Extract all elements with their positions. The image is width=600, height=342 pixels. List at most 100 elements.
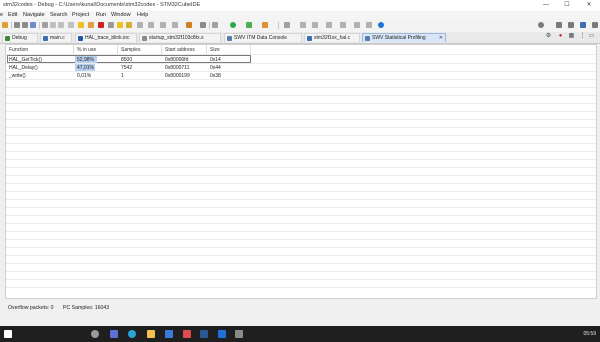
row-divider bbox=[6, 271, 596, 272]
tab-startup[interactable]: startup_stm32f103c8tx.s bbox=[139, 33, 221, 42]
minimize-button[interactable]: — bbox=[537, 0, 555, 11]
mail-icon[interactable] bbox=[165, 330, 173, 338]
record-icon[interactable]: ● bbox=[557, 33, 564, 40]
settings-icon[interactable] bbox=[200, 22, 206, 28]
row-divider bbox=[6, 215, 596, 216]
open-perspective-icon[interactable] bbox=[366, 22, 372, 28]
maximize-button[interactable]: ☐ bbox=[558, 0, 576, 11]
resume-icon[interactable] bbox=[78, 22, 84, 28]
pin-icon[interactable] bbox=[354, 22, 360, 28]
restart-icon[interactable] bbox=[137, 22, 143, 28]
step-into-icon[interactable] bbox=[117, 22, 123, 28]
run-config-icon[interactable] bbox=[246, 22, 252, 28]
tab-ioc[interactable]: HAL_trace_blink.ioc bbox=[75, 33, 137, 42]
save-icon[interactable] bbox=[14, 22, 20, 28]
column-header-function[interactable]: Function bbox=[9, 47, 28, 53]
new-icon[interactable] bbox=[2, 22, 8, 28]
debug-perspective-icon[interactable] bbox=[580, 22, 586, 28]
clean-icon[interactable] bbox=[172, 22, 178, 28]
word-icon[interactable] bbox=[200, 330, 208, 338]
function-cell: HAL_GetTick() bbox=[9, 57, 42, 63]
toolbar-separator bbox=[11, 22, 12, 29]
column-header-start-address[interactable]: Start address bbox=[165, 47, 195, 53]
terminate-icon[interactable] bbox=[98, 22, 104, 28]
percent-cell: 47,01% bbox=[77, 65, 94, 71]
row-divider bbox=[6, 175, 596, 176]
cpp-perspective-icon[interactable] bbox=[568, 22, 574, 28]
info-icon[interactable] bbox=[378, 22, 384, 28]
close-window-button[interactable]: ✕ bbox=[580, 0, 598, 11]
debug-config-icon[interactable] bbox=[212, 22, 218, 28]
minimize-view-icon[interactable]: ▭ bbox=[588, 33, 595, 40]
row-divider bbox=[6, 255, 596, 256]
step-return-icon[interactable] bbox=[126, 22, 132, 28]
task-view-icon[interactable] bbox=[91, 330, 99, 338]
instruction-step-icon[interactable] bbox=[148, 22, 154, 28]
close-icon[interactable]: ✕ bbox=[439, 35, 443, 41]
row-divider bbox=[6, 183, 596, 184]
samples-cell: 1 bbox=[121, 73, 124, 79]
row-divider bbox=[6, 127, 596, 128]
menu-run[interactable]: Run bbox=[96, 12, 106, 18]
tab-statistical-profiling[interactable]: SWV Statistical Profiling ✕ bbox=[362, 33, 446, 42]
edge-icon[interactable] bbox=[128, 330, 136, 338]
device-perspective-icon[interactable] bbox=[592, 22, 598, 28]
save-all-icon[interactable] bbox=[22, 22, 28, 28]
function-cell: HAL_Delay() bbox=[9, 65, 38, 71]
tab-itm-console[interactable]: SWV ITM Data Console bbox=[224, 33, 302, 42]
view-menu-icon[interactable]: ⋮ bbox=[579, 33, 586, 40]
suspend-icon[interactable] bbox=[88, 22, 94, 28]
search-tool-icon[interactable] bbox=[284, 22, 290, 28]
row-divider bbox=[6, 247, 596, 248]
size-cell: 0x38 bbox=[210, 73, 221, 79]
row-divider bbox=[6, 151, 596, 152]
clear-icon[interactable]: ▦ bbox=[568, 33, 575, 40]
annotation-icon[interactable] bbox=[300, 22, 306, 28]
column-header-samples[interactable]: Samples bbox=[121, 47, 140, 53]
search-icon[interactable] bbox=[538, 22, 544, 28]
next-annotation-icon[interactable] bbox=[312, 22, 318, 28]
tab-hal-c[interactable]: stm32f1xx_hal.c bbox=[304, 33, 360, 42]
tab-debug[interactable]: Debug bbox=[2, 33, 38, 42]
tools-icon[interactable] bbox=[186, 22, 192, 28]
menu-help[interactable]: Help bbox=[137, 12, 148, 18]
column-header-size[interactable]: Size bbox=[210, 47, 220, 53]
profiling-icon bbox=[365, 36, 370, 41]
build-icon[interactable] bbox=[160, 22, 166, 28]
file-explorer-icon[interactable] bbox=[147, 330, 155, 338]
start-icon[interactable] bbox=[4, 330, 12, 338]
menu-edit[interactable]: Edit bbox=[8, 12, 17, 18]
perspective-icon[interactable] bbox=[556, 22, 562, 28]
skip-icon[interactable] bbox=[58, 22, 64, 28]
disconnect-icon[interactable] bbox=[108, 22, 114, 28]
samples-cell: 7542 bbox=[121, 65, 133, 71]
menu-search[interactable]: Search bbox=[50, 12, 67, 18]
function-cell: _write() bbox=[9, 73, 26, 79]
connect-icon[interactable] bbox=[68, 22, 74, 28]
menu-project[interactable]: Project bbox=[72, 12, 89, 18]
row-divider bbox=[6, 103, 596, 104]
run-icon[interactable] bbox=[230, 22, 236, 28]
toolbar-separator bbox=[209, 22, 210, 29]
row-divider bbox=[6, 159, 596, 160]
menu-navigate[interactable]: Navigate bbox=[23, 12, 45, 18]
column-header-percent[interactable]: % in use bbox=[77, 47, 96, 53]
step-icon[interactable] bbox=[42, 22, 48, 28]
row-divider bbox=[6, 167, 596, 168]
back-icon[interactable] bbox=[326, 22, 332, 28]
configure-icon[interactable]: ⚙ bbox=[545, 33, 552, 40]
tab-label: stm32f1xx_hal.c bbox=[314, 35, 351, 41]
store-icon[interactable] bbox=[183, 330, 191, 338]
menu-file[interactable]: e bbox=[0, 12, 3, 18]
external-tools-icon[interactable] bbox=[262, 22, 268, 28]
column-divider bbox=[206, 45, 207, 54]
tab-main-c[interactable]: main.c bbox=[40, 33, 72, 42]
forward-icon[interactable] bbox=[340, 22, 346, 28]
teams-icon[interactable] bbox=[110, 330, 118, 338]
pc-samples-text: PC Samples: 16043 bbox=[63, 305, 110, 311]
app-icon[interactable] bbox=[235, 330, 243, 338]
menu-window[interactable]: Window bbox=[111, 12, 131, 18]
print-icon[interactable] bbox=[30, 22, 36, 28]
stm32cubeide-icon[interactable] bbox=[218, 330, 226, 338]
step-over-icon[interactable] bbox=[50, 22, 56, 28]
